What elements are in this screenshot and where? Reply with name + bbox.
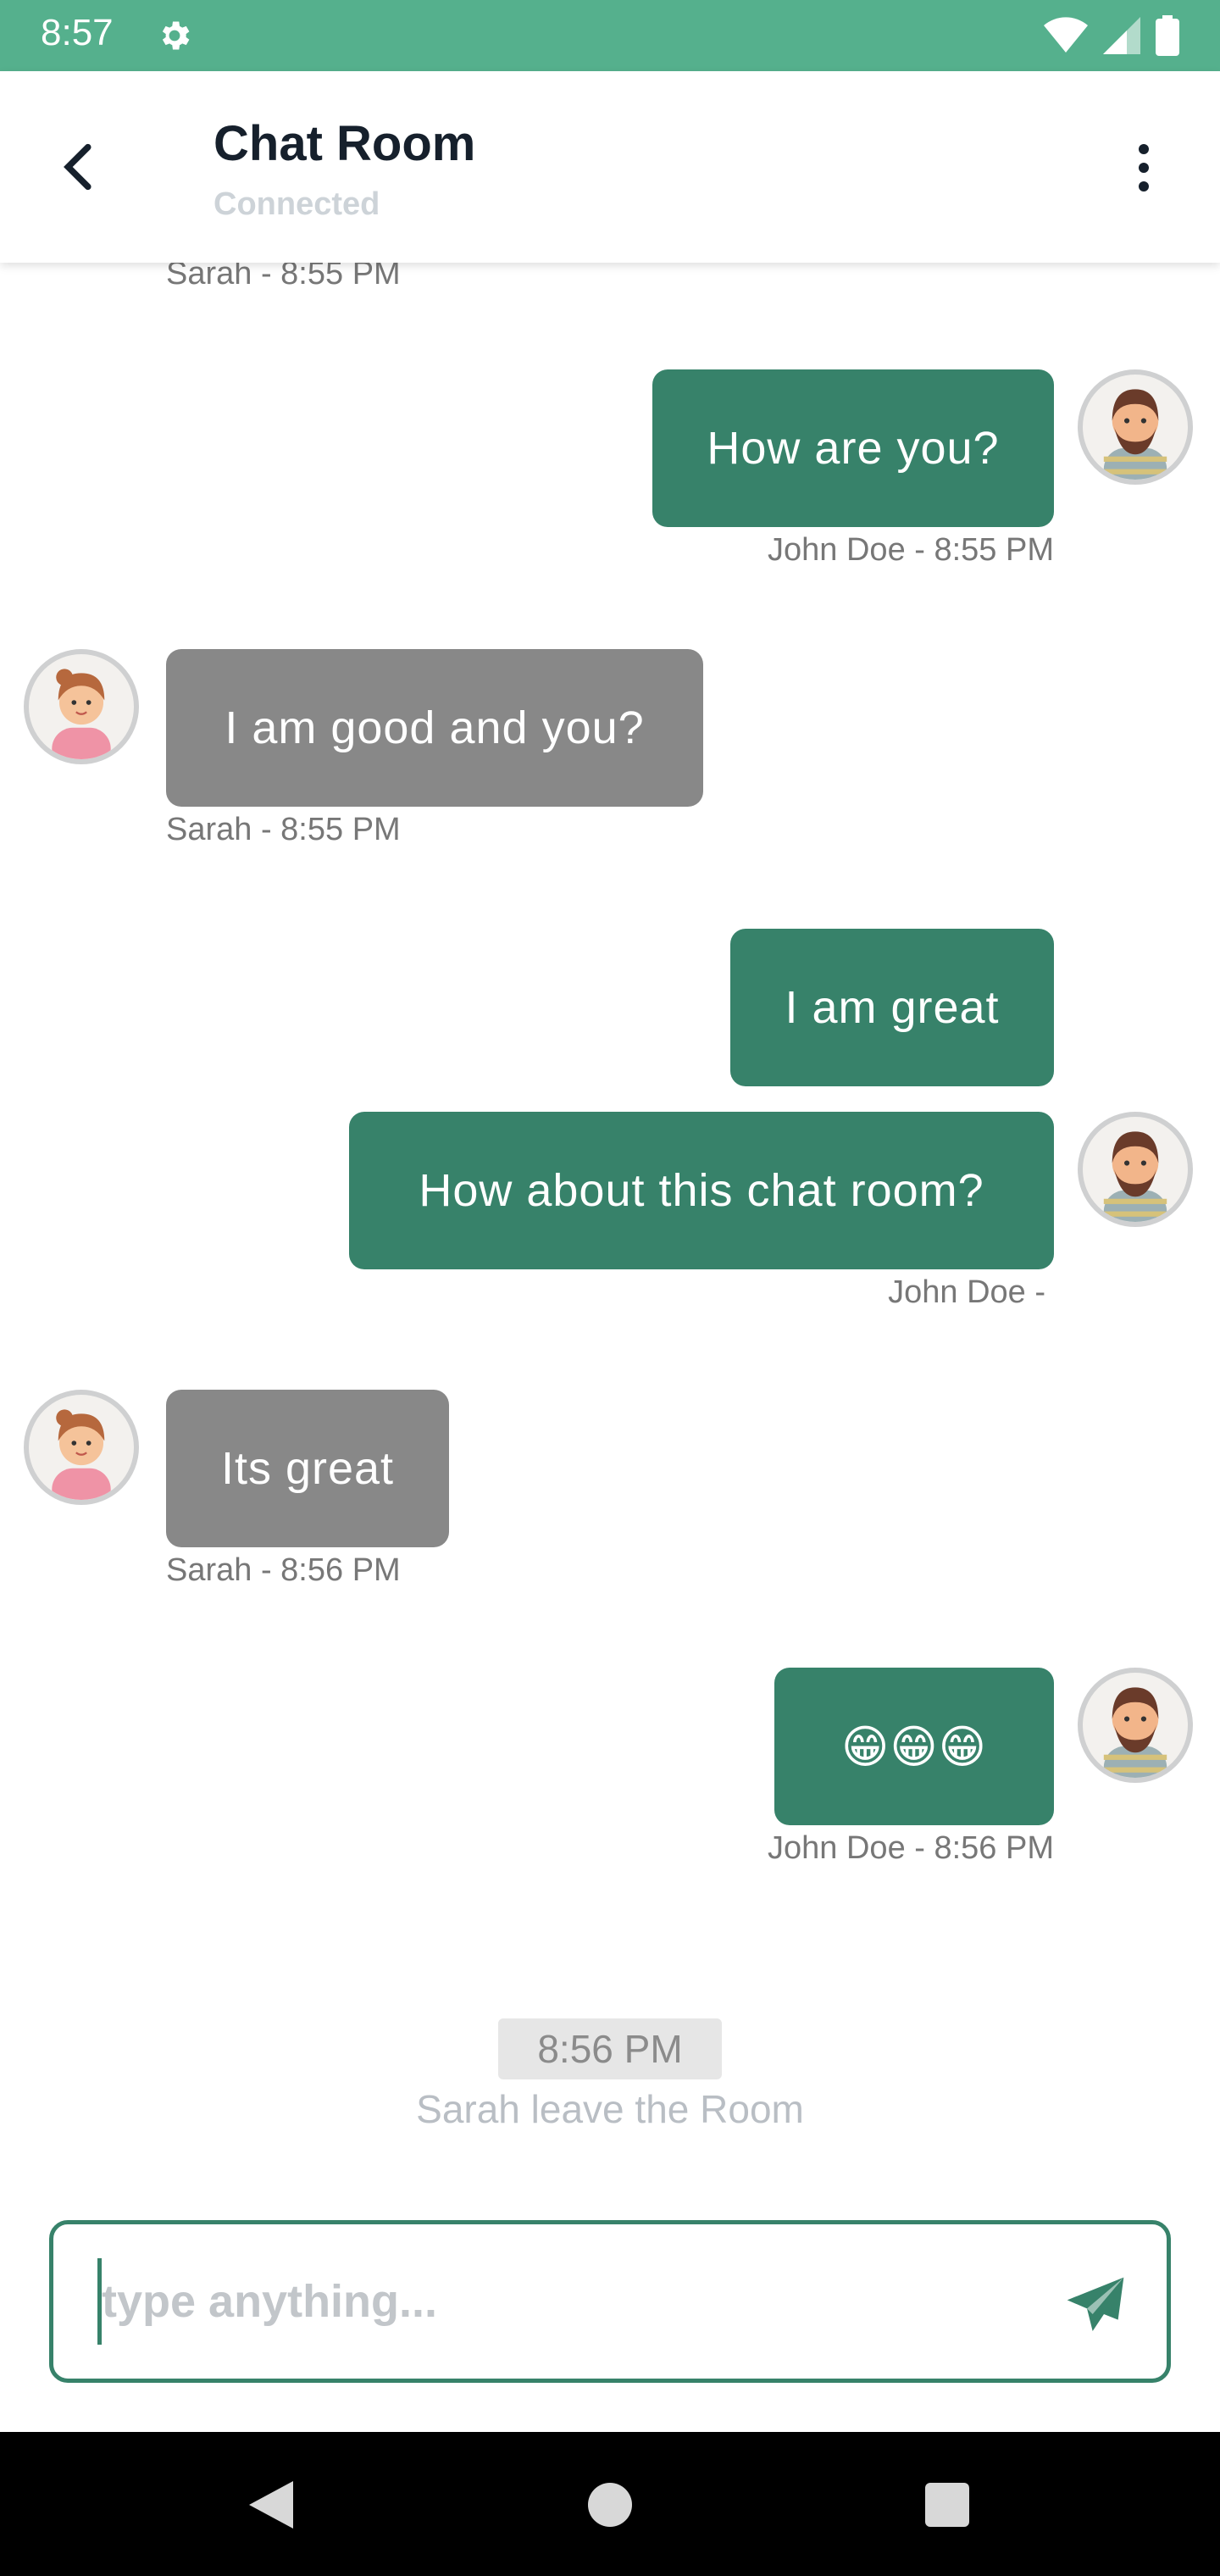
status-icons: [1044, 15, 1179, 56]
back-arrow-icon[interactable]: [51, 137, 110, 197]
system-nav-bar: [0, 2432, 1220, 2576]
system-notice: Sarah leave the Room: [416, 2087, 804, 2131]
outgoing-bubble[interactable]: How are you?: [652, 369, 1054, 527]
nav-recents-icon[interactable]: [925, 2483, 969, 2527]
man-avatar-icon: [1103, 1687, 1167, 1778]
wifi-icon: [1044, 17, 1088, 53]
send-icon[interactable]: [1062, 2272, 1129, 2340]
time-badge: 8:56 PM: [498, 2018, 722, 2079]
outgoing-bubble[interactable]: I am great: [730, 929, 1054, 1086]
gear-icon: [162, 21, 190, 50]
sarah-avatar: [24, 1390, 139, 1505]
battery-icon: [1156, 15, 1179, 56]
more-vert-icon[interactable]: [1118, 134, 1169, 202]
man-avatar-icon: [1103, 389, 1167, 480]
app-bar: Chat Room Connected: [0, 71, 1220, 263]
connection-status: Connected: [214, 186, 380, 222]
john-avatar: [1078, 369, 1193, 485]
message-input[interactable]: [97, 2258, 1035, 2345]
john-avatar: [1078, 1112, 1193, 1227]
status-bar: 8:57: [0, 0, 1220, 71]
incoming-bubble[interactable]: Its great: [166, 1390, 449, 1547]
incoming-bubble[interactable]: I am good and you?: [166, 649, 703, 807]
message-meta: Sarah - 8:55 PM: [166, 812, 401, 847]
page-title: Chat Room: [214, 116, 476, 171]
message-meta: John Doe - 8:56 PM: [768, 1830, 1054, 1866]
message-composer: [49, 2220, 1171, 2383]
nav-back-icon[interactable]: [246, 2478, 297, 2532]
sarah-avatar: [24, 649, 139, 764]
chat-messages[interactable]: Sarah - 8:55 PM How are you? John Doe - …: [0, 263, 1220, 2220]
status-time: 8:57: [41, 12, 114, 53]
woman-avatar-icon: [52, 669, 111, 759]
message-meta: John Doe - 8:55 PM: [768, 532, 1054, 568]
message-meta: Sarah - 8:56 PM: [166, 1552, 401, 1588]
message-meta: John Doe -: [888, 1274, 1045, 1310]
john-avatar: [1078, 1668, 1193, 1783]
man-avatar-icon: [1103, 1131, 1167, 1222]
woman-avatar-icon: [52, 1409, 111, 1500]
outgoing-bubble[interactable]: 😁😁😁: [774, 1668, 1054, 1825]
nav-home-icon[interactable]: [588, 2483, 632, 2527]
outgoing-bubble[interactable]: How about this chat room?: [349, 1112, 1054, 1269]
signal-icon: [1103, 17, 1140, 54]
message-meta: Sarah - 8:55 PM: [166, 263, 401, 291]
